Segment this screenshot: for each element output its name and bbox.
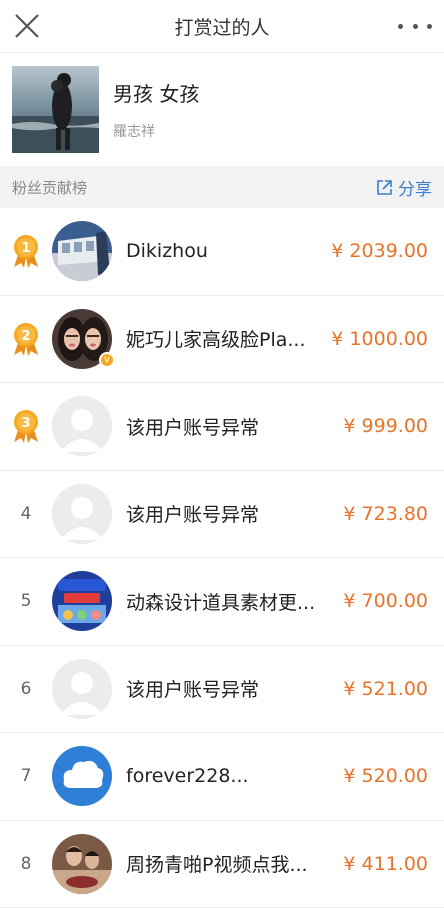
share-label: 分享 xyxy=(398,175,432,200)
svg-text:2: 2 xyxy=(21,329,30,344)
avatar xyxy=(52,834,112,894)
post-title: 男孩 女孩 xyxy=(113,78,199,107)
avatar xyxy=(52,484,112,544)
list-item[interactable]: 5 动森设计道具素材更... ¥ 700.00 xyxy=(0,558,444,646)
user-name: 妮巧儿家高级脸Pla... xyxy=(126,325,331,352)
list-item[interactable]: 4 该用户账号异常 ¥ 723.80 xyxy=(0,471,444,559)
share-button[interactable]: 分享 xyxy=(376,175,432,200)
list-item[interactable]: 8 周扬青啪P视频点我... ¥ 411.00 xyxy=(0,821,444,908)
medal-icon: 3 xyxy=(0,408,52,444)
reward-amount: ¥ 700.00 xyxy=(343,590,428,612)
list-item[interactable]: 7 forever228... ¥ 520.00 xyxy=(0,733,444,821)
more-icon[interactable] xyxy=(398,12,432,40)
list-item[interactable]: 3 该用户账号异常 ¥ 999.00 xyxy=(0,383,444,471)
list-item[interactable]: 1 Dikizhou ¥ 2039.00 xyxy=(0,208,444,296)
list-item[interactable]: 2 v 妮巧儿家高级脸Pla... ¥ 1000.00 xyxy=(0,296,444,384)
top-nav-bar: 打赏过的人 xyxy=(0,0,444,53)
reward-amount: ¥ 2039.00 xyxy=(331,240,428,262)
avatar xyxy=(52,746,112,806)
svg-text:1: 1 xyxy=(21,241,30,256)
verified-badge-icon: v xyxy=(99,352,115,368)
page-title: 打赏过的人 xyxy=(174,13,269,40)
user-name: 动森设计道具素材更... xyxy=(126,588,343,615)
user-name: 该用户账号异常 xyxy=(126,500,343,527)
reward-amount: ¥ 999.00 xyxy=(343,415,428,437)
list-item[interactable]: 6 该用户账号异常 ¥ 521.00 xyxy=(0,646,444,734)
close-icon[interactable] xyxy=(12,11,42,41)
avatar xyxy=(52,571,112,631)
user-name: 周扬青啪P视频点我... xyxy=(126,850,343,877)
reward-amount: ¥ 520.00 xyxy=(343,765,428,787)
svg-text:3: 3 xyxy=(21,416,30,431)
post-thumbnail xyxy=(12,66,99,153)
reward-amount: ¥ 1000.00 xyxy=(331,328,428,350)
post-author: 羅志祥 xyxy=(113,121,199,141)
rank-number: 7 xyxy=(0,766,52,786)
post-card[interactable]: 男孩 女孩 羅志祥 xyxy=(0,53,444,166)
avatar xyxy=(52,396,112,456)
medal-icon: 1 xyxy=(0,233,52,269)
reward-amount: ¥ 411.00 xyxy=(343,853,428,875)
rank-number: 4 xyxy=(0,504,52,524)
user-name: 该用户账号异常 xyxy=(126,413,343,440)
avatar xyxy=(52,659,112,719)
user-name: 该用户账号异常 xyxy=(126,675,343,702)
rank-number: 8 xyxy=(0,854,52,874)
reward-amount: ¥ 723.80 xyxy=(343,503,428,525)
rank-number: 5 xyxy=(0,591,52,611)
user-name: forever228... xyxy=(126,765,343,787)
share-icon xyxy=(376,179,393,196)
rank-number: 6 xyxy=(0,679,52,699)
reward-amount: ¥ 521.00 xyxy=(343,678,428,700)
board-header: 粉丝贡献榜 分享 xyxy=(0,166,444,208)
medal-icon: 2 xyxy=(0,321,52,357)
board-label: 粉丝贡献榜 xyxy=(12,177,87,198)
avatar xyxy=(52,221,112,281)
user-name: Dikizhou xyxy=(126,240,331,262)
contributor-list: 1 Dikizhou ¥ 2039.00 2 xyxy=(0,208,444,908)
